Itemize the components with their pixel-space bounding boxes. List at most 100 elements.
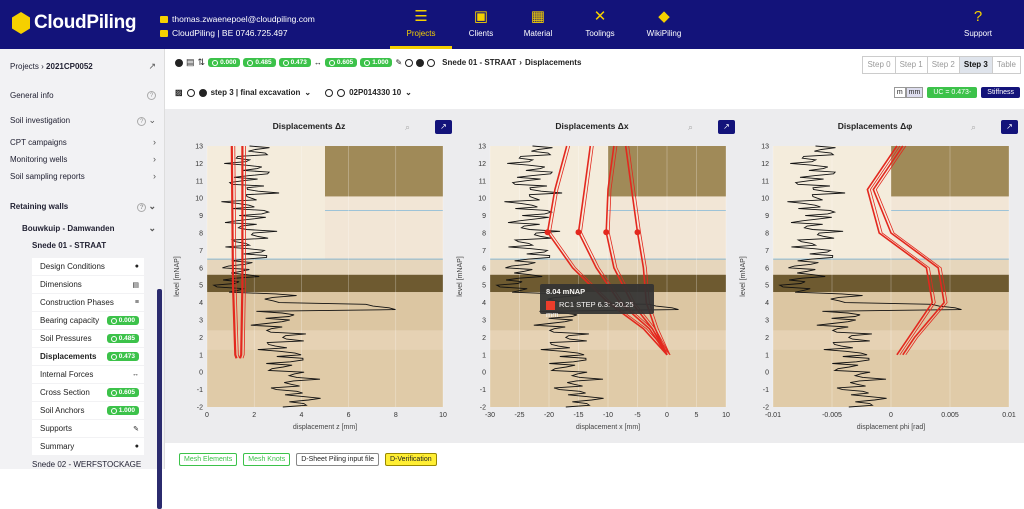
dsheet-input-button[interactable]: D-Sheet Piling input file bbox=[296, 452, 379, 466]
unit-m-toggle[interactable]: m bbox=[893, 87, 906, 98]
help-icon[interactable]: ? bbox=[137, 117, 147, 126]
sidebar-item-general-info[interactable]: General info? bbox=[10, 91, 156, 100]
chart-dz-svg: 0 2 4 6 8 10-2-1012345678910111213displacemen… bbox=[174, 144, 447, 432]
image-icon[interactable]: ▨ bbox=[175, 88, 183, 97]
zoom-icon[interactable]: ⌕ bbox=[971, 122, 976, 133]
y-tick-label: -1 bbox=[763, 387, 769, 394]
sidebar-scrollbar[interactable] bbox=[157, 289, 162, 509]
x-tick-label: 6 bbox=[347, 412, 351, 419]
stiffness-button[interactable]: Stiffness bbox=[981, 87, 1020, 98]
next-icon[interactable] bbox=[427, 58, 436, 67]
chevron-down-icon[interactable]: ⌄ bbox=[148, 115, 156, 125]
y-tick-label: 11 bbox=[762, 178, 769, 185]
nav-material[interactable]: ▦ Material bbox=[507, 0, 569, 49]
badge-value: 0.605 bbox=[336, 59, 354, 66]
sidebar-item-soil-sampling-reports[interactable]: Soil sampling reports › bbox=[10, 171, 156, 181]
help-icon[interactable]: ? bbox=[137, 203, 147, 212]
soil-layer bbox=[325, 196, 443, 260]
sidebar-item-supports[interactable]: Supports ✎ bbox=[32, 420, 144, 437]
mesh-elements-button[interactable]: Mesh Elements bbox=[179, 452, 238, 466]
sidebar-item-construction-phases[interactable]: Construction Phases ≡ bbox=[32, 294, 144, 311]
sidebar-item-monitoring-wells[interactable]: Monitoring wells › bbox=[10, 154, 156, 164]
sidebar-item-displacements[interactable]: Displacements 0.473 bbox=[32, 348, 144, 365]
right-controls: m mm UC = 0.473- Stiffness bbox=[893, 87, 1020, 98]
nav-clients[interactable]: ▣ Clients bbox=[450, 0, 512, 49]
chart-dphi: -0.01 -0.005 0 0.005 0.01 -2 -1 0 1 2 3 4 5 6 7 8 9 10 11 1… bbox=[731, 109, 1019, 443]
next-step-icon[interactable] bbox=[198, 88, 207, 97]
dverification-button[interactable]: D-Verification bbox=[384, 452, 437, 466]
sidebar-item-soil-anchors[interactable]: Soil Anchors 1.000 bbox=[32, 402, 144, 419]
y-tick-label: 0 bbox=[482, 370, 486, 377]
tab-step-1[interactable]: Step 1 bbox=[894, 56, 927, 74]
sort-icon[interactable]: ⇅ bbox=[198, 57, 206, 68]
cloudpiling-logo[interactable]: CloudPiling bbox=[12, 12, 137, 34]
paperclip-icon[interactable]: ✎ bbox=[395, 58, 402, 67]
uc-badge[interactable]: 0.605 bbox=[324, 58, 358, 67]
uc-badge[interactable]: 0.485 bbox=[243, 58, 276, 67]
chevron-down-icon[interactable]: ⌄ bbox=[405, 88, 412, 97]
y-tick-label: 8 bbox=[765, 231, 769, 238]
uc-badge[interactable]: 1.000 bbox=[360, 58, 393, 67]
x-tick-label: -25 bbox=[514, 412, 524, 419]
chevron-right-icon: › bbox=[153, 137, 156, 147]
mesh-knots-button[interactable]: Mesh Knots bbox=[243, 452, 291, 466]
sidebar-item-cpt-campaigns[interactable]: CPT campaigns › bbox=[10, 137, 156, 147]
check-icon bbox=[110, 353, 117, 360]
record-icon[interactable] bbox=[175, 58, 183, 67]
sidebar-item-summary[interactable]: Summary ● bbox=[32, 438, 144, 455]
arrows-icon[interactable]: ↔ bbox=[314, 58, 322, 67]
prev-cpt-icon[interactable] bbox=[325, 88, 334, 97]
person-icon bbox=[160, 15, 168, 23]
expand-icon[interactable]: ↗ bbox=[148, 61, 156, 72]
sidebar-item-soil-investigation[interactable]: Soil investigation? ⌄ bbox=[10, 115, 156, 126]
y-tick-label: 3 bbox=[765, 318, 769, 325]
cpt-select[interactable]: 02P014330 10 bbox=[349, 88, 401, 97]
sub-toolbar: ▨ step 3 | final excavation ⌄ 02P014330 1… bbox=[175, 88, 412, 97]
sidebar-item-soil-pressures[interactable]: Soil Pressures 0.485 bbox=[32, 330, 144, 347]
prev-icon[interactable] bbox=[405, 58, 414, 67]
step-select[interactable]: step 3 | final excavation bbox=[211, 88, 301, 97]
sidebar-item-dimensions[interactable]: Dimensions ▤ bbox=[32, 276, 144, 293]
chart-menu-button[interactable]: ↗ bbox=[1001, 120, 1018, 134]
prev-step-icon[interactable] bbox=[186, 88, 195, 97]
sidebar-item-design-conditions[interactable]: Design Conditions ● bbox=[32, 258, 144, 275]
breadcrumb-section[interactable]: Snede 01 - STRAAT bbox=[442, 58, 516, 67]
sidebar-item-internal-forces[interactable]: Internal Forces ↔ bbox=[32, 366, 144, 383]
tab-table[interactable]: Table bbox=[991, 56, 1021, 74]
sidebar-item-bearing-capacity[interactable]: Bearing capacity 0.000 bbox=[32, 312, 144, 329]
nav-support[interactable]: ? Support bbox=[947, 0, 1009, 49]
badge-value: 1.000 bbox=[118, 407, 135, 414]
next-cpt-icon[interactable] bbox=[337, 88, 346, 97]
chevron-down-icon[interactable]: ⌄ bbox=[148, 201, 156, 211]
play-icon[interactable] bbox=[416, 58, 425, 67]
nav-projects[interactable]: ☰ Projects bbox=[390, 0, 452, 49]
tab-step-0[interactable]: Step 0 bbox=[862, 56, 895, 74]
tab-step-3[interactable]: Step 3 bbox=[958, 56, 992, 74]
sidebar-item-section-2[interactable]: Snede 02 - WERFSTOCKAGE bbox=[32, 460, 156, 469]
help-icon[interactable]: ? bbox=[147, 91, 156, 100]
breadcrumb-projects[interactable]: Projects bbox=[10, 62, 39, 71]
sidebar-item-section[interactable]: Snede 01 - STRAAT bbox=[32, 241, 156, 250]
x-tick-label: -30 bbox=[485, 412, 495, 419]
uc-badge[interactable]: 0.473 bbox=[278, 58, 311, 67]
chevron-down-icon[interactable]: ⌄ bbox=[304, 88, 311, 97]
nav-wikipiling[interactable]: ◆ WikiPiling bbox=[633, 0, 695, 49]
nav-toolings[interactable]: ✕ Toolings bbox=[569, 0, 631, 49]
uc-badge[interactable]: 0.000 bbox=[208, 58, 241, 67]
sidebar-item-cross-section[interactable]: Cross Section 0.605 bbox=[32, 384, 144, 401]
zoom-icon[interactable]: ⌕ bbox=[688, 122, 693, 133]
unit-mm-toggle[interactable]: mm bbox=[905, 87, 924, 98]
sidebar-item-retaining-walls[interactable]: Retaining walls? ⌄ bbox=[10, 201, 156, 212]
calculator-icon[interactable]: ▤ bbox=[186, 57, 195, 68]
zoom-icon[interactable]: ⌕ bbox=[405, 122, 410, 133]
y-tick-label: 2 bbox=[482, 335, 486, 342]
x-axis-label: displacement x [mm] bbox=[576, 424, 640, 431]
tab-step-2[interactable]: Step 2 bbox=[926, 56, 959, 74]
y-tick-label: 10 bbox=[478, 196, 486, 203]
sidebar-item-wall[interactable]: Bouwkuip - Damwanden ⌄ bbox=[22, 223, 156, 234]
chevron-down-icon[interactable]: ⌄ bbox=[148, 223, 156, 234]
chart-dz: 0 2 4 6 8 10 -2 -1 0 1 2 3 4 5 6 7 8 9 10 11 12 13 displacemen… bbox=[165, 109, 453, 443]
y-tick-label: 8 bbox=[199, 231, 203, 238]
uc-badge: 0.605 bbox=[106, 388, 139, 397]
nav-label: Material bbox=[523, 29, 553, 38]
